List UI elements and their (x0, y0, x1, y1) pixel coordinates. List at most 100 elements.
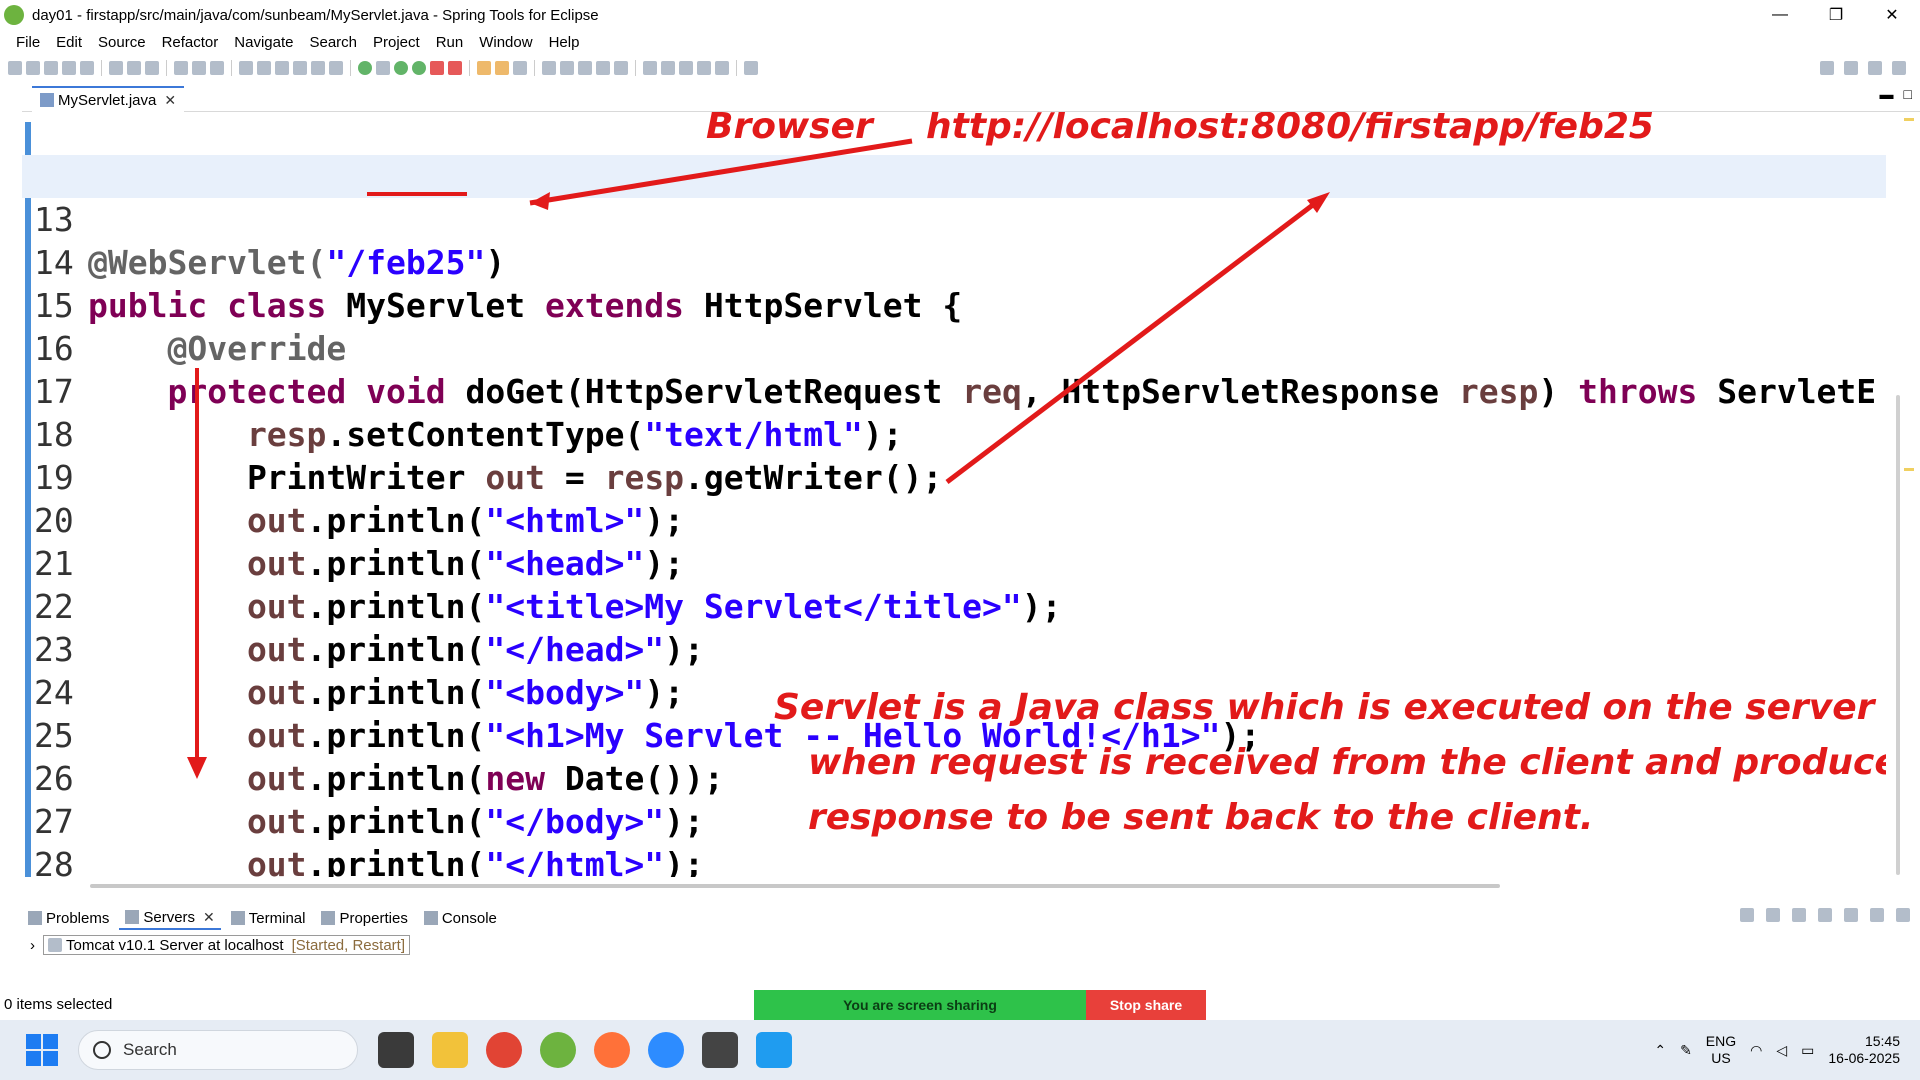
collapse-icon[interactable] (1740, 908, 1754, 922)
word-wrap-icon[interactable] (578, 61, 592, 75)
terminate-icon[interactable] (293, 61, 307, 75)
publish-icon[interactable] (1870, 908, 1884, 922)
save-all-icon[interactable] (44, 61, 58, 75)
menu-window[interactable]: Window (471, 34, 540, 51)
skip-breakpoints-icon[interactable] (239, 61, 253, 75)
menu-refactor[interactable]: Refactor (154, 34, 227, 51)
new-icon[interactable] (8, 61, 22, 75)
zoom-icon[interactable] (648, 1032, 684, 1068)
suspend-icon[interactable] (275, 61, 289, 75)
step-into-icon[interactable] (311, 61, 325, 75)
start-button[interactable] (26, 1034, 58, 1066)
close-button[interactable]: ✕ (1864, 0, 1920, 30)
open-type-icon[interactable] (174, 61, 188, 75)
forward-icon[interactable] (715, 61, 729, 75)
overview-ruler-mark[interactable] (1904, 118, 1914, 121)
stop-icon[interactable] (430, 61, 444, 75)
close-tab-icon[interactable]: ✕ (164, 92, 176, 109)
file-explorer-icon[interactable] (432, 1032, 468, 1068)
menu-search[interactable]: Search (301, 34, 365, 51)
toggle-block-icon[interactable] (560, 61, 574, 75)
pilcrow-icon[interactable] (614, 61, 628, 75)
battery-icon[interactable]: ▭ (1801, 1042, 1814, 1059)
redo-icon[interactable] (80, 61, 94, 75)
tab-servers[interactable]: Servers ✕ (119, 906, 221, 930)
system-tray: ⌃ ✎ ENG US ◠ ◁ ▭ 15:45 16-06-2025 (1654, 1020, 1900, 1080)
external-tools-icon[interactable] (448, 61, 462, 75)
new-class-icon[interactable] (145, 61, 159, 75)
maximize-button[interactable]: ❐ (1808, 0, 1864, 30)
new-package-icon[interactable] (127, 61, 141, 75)
spring-tools-icon[interactable] (540, 1032, 576, 1068)
tab-terminal[interactable]: Terminal (225, 906, 312, 930)
open-task-icon[interactable] (210, 61, 224, 75)
overview-ruler-mark[interactable] (1904, 468, 1914, 471)
show-hidden-icons-icon[interactable]: ⌃ (1654, 1042, 1666, 1059)
server-list-item[interactable]: › Tomcat v10.1 Server at localhost [Star… (30, 935, 410, 955)
editor-tab-bar: MyServlet.java ✕ (22, 86, 1920, 112)
open-project-icon[interactable] (495, 61, 509, 75)
main-toolbar (0, 56, 1920, 80)
new-window-icon[interactable] (744, 61, 758, 75)
task-view-icon[interactable] (378, 1032, 414, 1068)
menu-navigate[interactable]: Navigate (226, 34, 301, 51)
language-indicator[interactable]: ENG US (1706, 1033, 1736, 1067)
expand-chevron-icon[interactable]: › (30, 937, 35, 954)
run-icon[interactable] (394, 61, 408, 75)
tab-problems[interactable]: Problems (22, 906, 115, 930)
clean-icon[interactable] (1896, 908, 1910, 922)
open-perspective-icon[interactable] (1844, 61, 1858, 75)
show-whitespace-icon[interactable] (596, 61, 610, 75)
next-annotation-icon[interactable] (643, 61, 657, 75)
back-icon[interactable] (697, 61, 711, 75)
wifi-icon[interactable]: ◠ (1750, 1042, 1762, 1059)
new-java-project-icon[interactable] (109, 61, 123, 75)
stop-server-icon[interactable] (1844, 908, 1858, 922)
debug-icon[interactable] (376, 61, 390, 75)
menu-project[interactable]: Project (365, 34, 428, 51)
volume-icon[interactable]: ◁ (1776, 1042, 1787, 1059)
last-edit-icon[interactable] (679, 61, 693, 75)
menu-file[interactable]: File (8, 34, 48, 51)
search-icon[interactable] (192, 61, 206, 75)
java-perspective-icon[interactable] (1868, 61, 1882, 75)
snipping-tool-icon[interactable] (702, 1032, 738, 1068)
search-icon[interactable] (1820, 61, 1834, 75)
menu-edit[interactable]: Edit (48, 34, 90, 51)
close-tab-icon[interactable]: ✕ (203, 909, 215, 926)
menu-run[interactable]: Run (428, 34, 472, 51)
minimize-button[interactable]: — (1752, 0, 1808, 30)
pen-icon[interactable]: ✎ (1680, 1042, 1692, 1059)
spring-perspective-icon[interactable] (1892, 61, 1906, 75)
taskbar-search[interactable]: Search (78, 1030, 358, 1070)
horizontal-scrollbar[interactable] (90, 884, 1500, 888)
stop-share-button[interactable]: Stop share (1086, 990, 1206, 1020)
servers-view-toolbar (1740, 908, 1910, 922)
menu-source[interactable]: Source (90, 34, 154, 51)
tab-properties[interactable]: Properties (315, 906, 413, 930)
vertical-scrollbar[interactable] (1896, 395, 1900, 875)
menu-help[interactable]: Help (541, 34, 588, 51)
vscode-icon[interactable] (756, 1032, 792, 1068)
step-over-icon[interactable] (329, 61, 343, 75)
minimize-view-icon[interactable]: ▬ (1880, 86, 1894, 102)
code-editor[interactable]: 12 13 @WebServlet("/feb25") 14 public cl… (22, 112, 1886, 877)
boot-dashboard-icon[interactable] (358, 61, 372, 75)
open-folder-icon[interactable] (477, 61, 491, 75)
resume-icon[interactable] (257, 61, 271, 75)
pen-icon[interactable] (513, 61, 527, 75)
tab-console[interactable]: Console (418, 906, 503, 930)
maximize-view-icon[interactable]: □ (1904, 86, 1912, 102)
prev-annotation-icon[interactable] (661, 61, 675, 75)
chrome-icon[interactable] (486, 1032, 522, 1068)
undo-icon[interactable] (62, 61, 76, 75)
debug-server-icon[interactable] (1766, 908, 1780, 922)
firefox-icon[interactable] (594, 1032, 630, 1068)
pin-icon[interactable] (542, 61, 556, 75)
clock[interactable]: 15:45 16-06-2025 (1828, 1033, 1900, 1067)
start-server-icon[interactable] (1792, 908, 1806, 922)
coverage-icon[interactable] (412, 61, 426, 75)
save-icon[interactable] (26, 61, 40, 75)
profile-server-icon[interactable] (1818, 908, 1832, 922)
editor-tab-myservlet[interactable]: MyServlet.java ✕ (32, 86, 185, 112)
